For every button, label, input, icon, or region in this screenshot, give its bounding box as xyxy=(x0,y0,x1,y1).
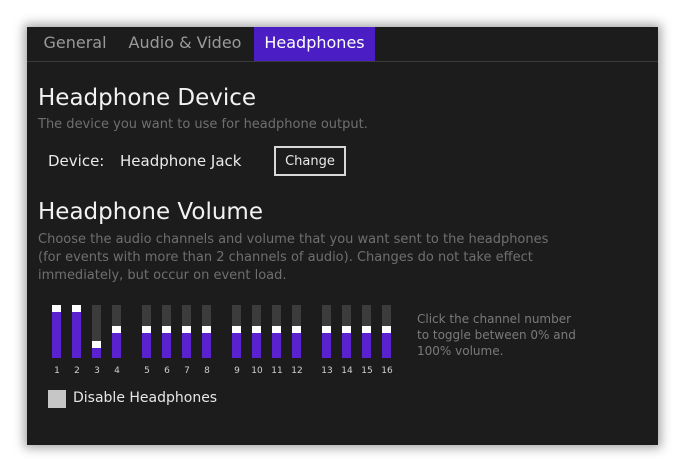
channel-hint-line-3: 100% volume. xyxy=(417,344,504,358)
tab-bar: General Audio & Video Headphones xyxy=(27,27,658,62)
channel-slider-1[interactable] xyxy=(52,305,61,358)
channel-slider-13[interactable] xyxy=(322,305,331,358)
disable-headphones-checkbox[interactable] xyxy=(48,390,66,408)
channel-slider-15[interactable] xyxy=(362,305,371,358)
headphone-volume-description-line-2: (for events with more than 2 channels of… xyxy=(38,250,533,265)
channel-number-5[interactable]: 5 xyxy=(137,366,157,376)
channel-slider-2[interactable] xyxy=(72,305,81,358)
headphones-settings-window: General Audio & Video Headphones Headpho… xyxy=(27,27,658,445)
channel-slider-handle[interactable] xyxy=(232,326,241,333)
headphone-device-heading: Headphone Device xyxy=(38,85,257,111)
channel-slider-12[interactable] xyxy=(292,305,301,358)
channel-number-8[interactable]: 8 xyxy=(197,366,217,376)
channel-number-3[interactable]: 3 xyxy=(87,366,107,376)
channel-level-fill xyxy=(72,305,81,358)
channel-slider-handle[interactable] xyxy=(162,326,171,333)
channel-number-2[interactable]: 2 xyxy=(67,366,87,376)
headphone-device-description: The device you want to use for headphone… xyxy=(38,117,368,132)
channel-slider-8[interactable] xyxy=(202,305,211,358)
channel-slider-handle[interactable] xyxy=(382,326,391,333)
channel-slider-handle[interactable] xyxy=(142,326,151,333)
channel-number-4[interactable]: 4 xyxy=(107,366,127,376)
channel-number-9[interactable]: 9 xyxy=(227,366,247,376)
channel-slider-handle[interactable] xyxy=(362,326,371,333)
channel-number-7[interactable]: 7 xyxy=(177,366,197,376)
tab-general[interactable]: General xyxy=(35,27,115,61)
channel-number-1[interactable]: 1 xyxy=(47,366,67,376)
channel-slider-16[interactable] xyxy=(382,305,391,358)
channel-slider-6[interactable] xyxy=(162,305,171,358)
channel-slider-handle[interactable] xyxy=(252,326,261,333)
channel-slider-handle[interactable] xyxy=(202,326,211,333)
channel-slider-9[interactable] xyxy=(232,305,241,358)
channel-slider-handle[interactable] xyxy=(72,305,81,312)
channel-number-12[interactable]: 12 xyxy=(287,366,307,376)
disable-headphones-label[interactable]: Disable Headphones xyxy=(73,390,217,406)
channel-number-16[interactable]: 16 xyxy=(377,366,397,376)
channel-slider-handle[interactable] xyxy=(52,305,61,312)
channel-number-13[interactable]: 13 xyxy=(317,366,337,376)
channel-slider-handle[interactable] xyxy=(292,326,301,333)
channel-slider-3[interactable] xyxy=(92,305,101,358)
headphone-volume-description-line-3: immediately, but occur on event load. xyxy=(38,268,287,283)
channel-slider-4[interactable] xyxy=(112,305,121,358)
device-value: Headphone Jack xyxy=(120,152,242,170)
channel-number-11[interactable]: 11 xyxy=(267,366,287,376)
channel-slider-handle[interactable] xyxy=(112,326,121,333)
channel-hint-line-2: to toggle between 0% and xyxy=(417,328,576,342)
tab-headphones[interactable]: Headphones xyxy=(254,27,375,61)
channel-slider-14[interactable] xyxy=(342,305,351,358)
channel-slider-handle[interactable] xyxy=(322,326,331,333)
channel-number-14[interactable]: 14 xyxy=(337,366,357,376)
change-device-button[interactable]: Change xyxy=(274,146,346,176)
headphone-volume-heading: Headphone Volume xyxy=(38,199,263,225)
device-label: Device: xyxy=(48,152,105,170)
channel-level-fill xyxy=(52,305,61,358)
headphone-volume-description-line-1: Choose the audio channels and volume tha… xyxy=(38,232,549,247)
channel-slider-handle[interactable] xyxy=(182,326,191,333)
channel-hint: Click the channel number to toggle betwe… xyxy=(417,311,592,359)
channel-number-15[interactable]: 15 xyxy=(357,366,377,376)
channel-slider-5[interactable] xyxy=(142,305,151,358)
tab-audio-video[interactable]: Audio & Video xyxy=(123,27,247,61)
channel-number-10[interactable]: 10 xyxy=(247,366,267,376)
channel-slider-10[interactable] xyxy=(252,305,261,358)
channel-hint-line-1: Click the channel number xyxy=(417,312,572,326)
channel-slider-handle[interactable] xyxy=(272,326,281,333)
channel-slider-handle[interactable] xyxy=(342,326,351,333)
channel-slider-7[interactable] xyxy=(182,305,191,358)
channel-slider-11[interactable] xyxy=(272,305,281,358)
channel-number-6[interactable]: 6 xyxy=(157,366,177,376)
channel-slider-handle[interactable] xyxy=(92,341,101,348)
